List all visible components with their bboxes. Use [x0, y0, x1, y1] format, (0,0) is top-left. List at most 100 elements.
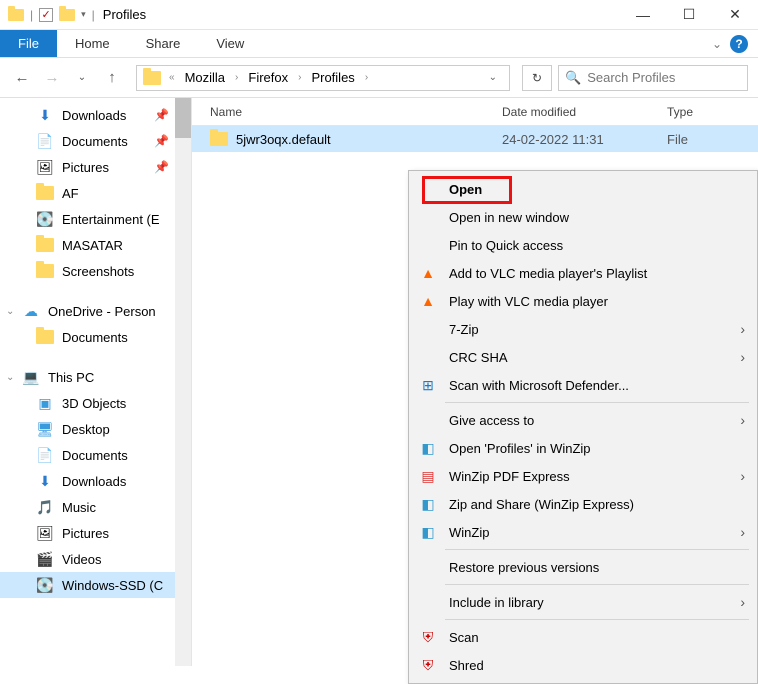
address-bar[interactable]: « Mozilla › Firefox › Profiles › ⌄: [136, 65, 510, 91]
separator: [445, 619, 749, 620]
file-tab[interactable]: File: [0, 30, 57, 57]
chevron-icon[interactable]: ⌄: [6, 372, 14, 383]
sidebar-item-thispc[interactable]: ⌄💻This PC: [0, 364, 191, 390]
sidebar-item-downloads2[interactable]: ⬇Downloads: [0, 468, 191, 494]
winzip-icon: ◧: [419, 523, 437, 541]
share-tab[interactable]: Share: [128, 30, 199, 57]
downloads-icon: ⬇: [36, 108, 54, 122]
pin-icon: 📌: [154, 108, 169, 122]
qat-properties-icon[interactable]: ✓: [39, 8, 53, 22]
scrollbar-thumb[interactable]: [175, 98, 191, 138]
cm-winzip-pdf[interactable]: ▤WinZip PDF Express›: [409, 462, 757, 490]
help-icon[interactable]: ?: [730, 35, 748, 53]
forward-button[interactable]: →: [40, 66, 64, 90]
address-dropdown-icon[interactable]: ⌄: [481, 72, 505, 83]
search-placeholder: Search Profiles: [587, 70, 675, 85]
back-button[interactable]: ←: [10, 66, 34, 90]
search-input[interactable]: 🔍 Search Profiles: [558, 65, 748, 91]
submenu-arrow-icon: ›: [740, 468, 745, 484]
chevron-icon: ›: [361, 72, 372, 83]
file-row-selected[interactable]: 5jwr3oqx.default 24-02-2022 11:31 File: [192, 126, 758, 152]
sidebar-item-onedrive[interactable]: ⌄☁OneDrive - Person: [0, 298, 191, 324]
sidebar-item-pictures2[interactable]: 🖼Pictures: [0, 520, 191, 546]
cm-open[interactable]: Open: [409, 175, 757, 203]
documents-icon: 📄: [36, 448, 54, 462]
file-name: 5jwr3oqx.default: [236, 132, 331, 147]
sidebar-item-documents2[interactable]: 📄Documents: [0, 442, 191, 468]
separator: [445, 549, 749, 550]
submenu-arrow-icon: ›: [740, 349, 745, 365]
downloads-icon: ⬇: [36, 474, 54, 488]
thispc-icon: 💻: [22, 370, 40, 384]
sidebar-item-music[interactable]: 🎵Music: [0, 494, 191, 520]
column-header-name[interactable]: Name: [192, 105, 502, 119]
cm-crc-sha[interactable]: CRC SHA›: [409, 343, 757, 371]
up-button[interactable]: ↑: [100, 66, 124, 90]
chevron-icon[interactable]: ⌄: [6, 306, 14, 317]
pin-icon: 📌: [154, 160, 169, 174]
close-button[interactable]: ✕: [712, 0, 758, 30]
qat-newfolder-icon[interactable]: [59, 9, 75, 21]
file-date: 24-02-2022 11:31: [502, 132, 667, 147]
cm-defender-scan[interactable]: ⊞Scan with Microsoft Defender...: [409, 371, 757, 399]
recent-dropdown-icon[interactable]: ⌄: [70, 66, 94, 90]
cm-winzip-open[interactable]: ◧Open 'Profiles' in WinZip: [409, 434, 757, 462]
divider: |: [30, 8, 33, 22]
chevron-icon: ›: [294, 72, 305, 83]
sidebar-item-af[interactable]: AF: [0, 180, 191, 206]
cm-mcafee-shred[interactable]: ⛨Shred: [409, 651, 757, 679]
winzip-icon: ◧: [419, 495, 437, 513]
refresh-button[interactable]: ↻: [522, 65, 552, 91]
cm-winzip-share[interactable]: ◧Zip and Share (WinZip Express): [409, 490, 757, 518]
sidebar-item-desktop[interactable]: 🖥Desktop: [0, 416, 191, 442]
submenu-arrow-icon: ›: [740, 321, 745, 337]
pictures-icon: 🖼: [36, 526, 54, 540]
sidebar-item-ssd[interactable]: 💽Windows-SSD (C: [0, 572, 191, 598]
cm-give-access[interactable]: Give access to›: [409, 406, 757, 434]
separator: [445, 402, 749, 403]
cm-restore-versions[interactable]: Restore previous versions: [409, 553, 757, 581]
3d-icon: ▣: [36, 396, 54, 410]
chevron-icon: ›: [231, 72, 242, 83]
mcafee-icon: ⛨: [419, 656, 437, 674]
drive-icon: 💽: [36, 578, 54, 592]
cm-vlc-add[interactable]: ▲Add to VLC media player's Playlist: [409, 259, 757, 287]
breadcrumb-mozilla[interactable]: Mozilla: [183, 70, 227, 85]
sidebar-item-documents[interactable]: 📄Documents📌: [0, 128, 191, 154]
sidebar-item-downloads[interactable]: ⬇Downloads📌: [0, 102, 191, 128]
cm-pin-quick-access[interactable]: Pin to Quick access: [409, 231, 757, 259]
cm-mcafee-scan[interactable]: ⛨Scan: [409, 623, 757, 651]
chevron-icon[interactable]: «: [165, 72, 179, 83]
window-title: Profiles: [95, 7, 146, 22]
home-tab[interactable]: Home: [57, 30, 128, 57]
drive-icon: 💽: [36, 212, 54, 226]
cm-vlc-play[interactable]: ▲Play with VLC media player: [409, 287, 757, 315]
sidebar-item-od-documents[interactable]: Documents: [0, 324, 191, 350]
sidebar-item-entertainment[interactable]: 💽Entertainment (E: [0, 206, 191, 232]
folder-icon: [36, 238, 54, 252]
sidebar-item-videos[interactable]: 🎬Videos: [0, 546, 191, 572]
breadcrumb-firefox[interactable]: Firefox: [246, 70, 290, 85]
sidebar-scrollbar[interactable]: [175, 98, 191, 666]
pictures-icon: 🖼: [36, 160, 54, 174]
folder-icon: [36, 186, 54, 200]
folder-icon: [36, 330, 54, 344]
qat-dropdown-icon[interactable]: ▾: [81, 9, 86, 20]
sidebar-item-masatar[interactable]: MASATAR: [0, 232, 191, 258]
cm-open-new-window[interactable]: Open in new window: [409, 203, 757, 231]
maximize-button[interactable]: ☐: [666, 0, 712, 30]
sidebar-item-3dobjects[interactable]: ▣3D Objects: [0, 390, 191, 416]
pdf-icon: ▤: [419, 467, 437, 485]
sidebar-item-pictures[interactable]: 🖼Pictures📌: [0, 154, 191, 180]
ribbon-expand-icon[interactable]: ⌄: [712, 37, 722, 51]
sidebar-item-screenshots[interactable]: Screenshots: [0, 258, 191, 284]
column-header-date[interactable]: Date modified: [502, 105, 667, 119]
minimize-button[interactable]: —: [620, 0, 666, 30]
view-tab[interactable]: View: [198, 30, 262, 57]
cm-include-library[interactable]: Include in library›: [409, 588, 757, 616]
file-type: File: [667, 132, 758, 147]
cm-7zip[interactable]: 7-Zip›: [409, 315, 757, 343]
breadcrumb-profiles[interactable]: Profiles: [309, 70, 356, 85]
cm-winzip[interactable]: ◧WinZip›: [409, 518, 757, 546]
column-header-type[interactable]: Type: [667, 105, 758, 119]
